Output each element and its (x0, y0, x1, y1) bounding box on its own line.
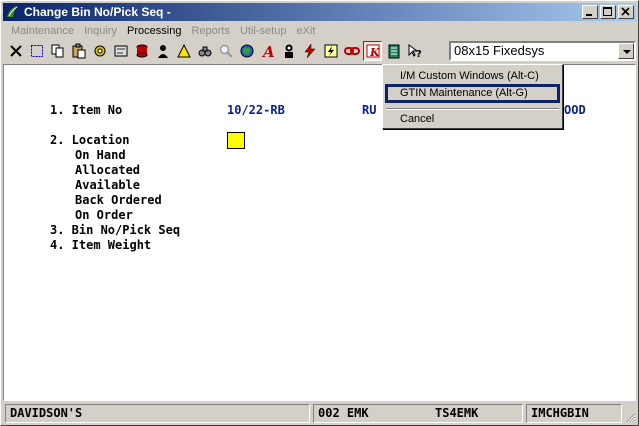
form-icon (114, 45, 127, 57)
notepad-icon (388, 44, 399, 59)
on-order-label: On Order (75, 208, 133, 222)
custom-window-icon: K (366, 44, 380, 59)
menu-reports[interactable]: Reports (186, 25, 235, 37)
menu-maintenance[interactable]: Maintenance (6, 25, 79, 37)
globe-tool-button[interactable] (237, 41, 256, 61)
select-tool-button[interactable] (27, 41, 46, 61)
menu-inquiry[interactable]: Inquiry (79, 25, 122, 37)
binoculars-tool-button[interactable] (195, 41, 214, 61)
menu-separator (386, 108, 559, 110)
status-program: IMCHGBIN (526, 404, 622, 423)
menu-item-custom-windows[interactable]: I/M Custom Windows (Alt-C) (385, 68, 560, 84)
paste-tool-button[interactable] (69, 41, 88, 61)
maximize-button[interactable] (600, 5, 616, 19)
item-description-end: OOD (564, 103, 586, 117)
menu-item-cancel[interactable]: Cancel (385, 111, 560, 127)
menu-util-setup[interactable]: Util-setup (235, 25, 291, 37)
chevron-down-icon[interactable] (618, 43, 634, 59)
x-icon (9, 45, 22, 57)
status-company-code: 002 EMK (313, 404, 523, 423)
help-tool-button[interactable]: ? (405, 41, 424, 61)
copy-tool-button[interactable] (48, 41, 67, 61)
user-icon (157, 45, 168, 58)
person-icon (284, 44, 293, 58)
letter-a-icon: A (261, 43, 275, 59)
lightning-tool-button[interactable] (300, 41, 319, 61)
menu-bar: Maintenance Inquiry Processing Reports U… (3, 22, 636, 40)
magnifier-icon (219, 44, 233, 58)
custom-windows-menu: I/M Custom Windows (Alt-C) GTIN Maintena… (382, 64, 563, 129)
flash-document-icon (324, 44, 337, 58)
form-tool-button[interactable] (111, 41, 130, 61)
menu-exit[interactable]: eXit (291, 25, 320, 37)
database-icon (136, 44, 147, 58)
menu-processing[interactable]: Processing (122, 25, 186, 37)
status-company: DAVIDSON'S (5, 404, 310, 423)
svg-text:K: K (369, 46, 380, 59)
help-person-tool-button[interactable] (279, 41, 298, 61)
font-tool-button[interactable]: A (258, 41, 277, 61)
minimize-icon (586, 14, 592, 16)
help-cursor-icon: ? (408, 44, 422, 59)
on-hand-label: On Hand (75, 148, 126, 162)
link-tool-button[interactable] (342, 41, 361, 61)
close-icon (621, 7, 630, 16)
menu-item-gtin-maintenance[interactable]: GTIN Maintenance (Alt-G) (385, 84, 560, 103)
copy-icon (51, 44, 63, 58)
app-window: Change Bin No/Pick Seq - Maintenance Inq… (0, 0, 639, 426)
font-size-select[interactable]: 08x15 Fixedsys (449, 41, 636, 61)
app-icon (5, 4, 21, 20)
globe-icon (240, 44, 253, 58)
status-terminal: TS4EMK (435, 406, 479, 420)
database-tool-button[interactable] (132, 41, 151, 61)
location-label: 2. Location (50, 133, 130, 147)
user-tool-button[interactable] (153, 41, 172, 61)
item-description-start: RU (362, 103, 377, 117)
flash-doc-tool-button[interactable] (321, 41, 340, 61)
back-ordered-label: Back Ordered (75, 193, 162, 207)
chain-link-icon (343, 47, 360, 55)
svg-text:A: A (261, 43, 275, 59)
warning-icon (176, 43, 191, 58)
close-button[interactable] (618, 5, 634, 19)
marquee-icon (30, 45, 43, 57)
minimize-button[interactable] (582, 5, 598, 19)
binoculars-icon (198, 46, 211, 57)
item-weight-label: 4. Item Weight (50, 238, 152, 252)
resize-grip-icon[interactable] (624, 411, 636, 423)
gear-icon (94, 45, 105, 57)
title-bar[interactable]: Change Bin No/Pick Seq - (3, 3, 636, 21)
warning-tool-button[interactable] (174, 41, 193, 61)
maximize-icon (603, 7, 612, 16)
bin-pick-seq-label: 3. Bin No/Pick Seq (50, 223, 181, 237)
font-size-value: 08x15 Fixedsys (454, 43, 545, 58)
lightning-icon (304, 43, 316, 59)
allocated-label: Allocated (75, 163, 141, 177)
svg-text:?: ? (416, 49, 422, 59)
available-label: Available (75, 178, 141, 192)
cancel-tool-button[interactable] (6, 41, 25, 61)
notes-tool-button[interactable] (384, 41, 403, 61)
location-input[interactable] (227, 132, 245, 149)
search-tool-button[interactable] (216, 41, 235, 61)
settings-tool-button[interactable] (90, 41, 109, 61)
item-no-value[interactable]: 10/22-RB (227, 103, 285, 117)
custom-windows-tool-button[interactable]: K (363, 41, 382, 61)
status-bar: DAVIDSON'S 002 EMK TS4EMK IMCHGBIN (3, 404, 636, 423)
window-title: Change Bin No/Pick Seq - (24, 5, 171, 19)
item-no-label: 1. Item No (50, 103, 123, 117)
paste-icon (72, 43, 85, 59)
